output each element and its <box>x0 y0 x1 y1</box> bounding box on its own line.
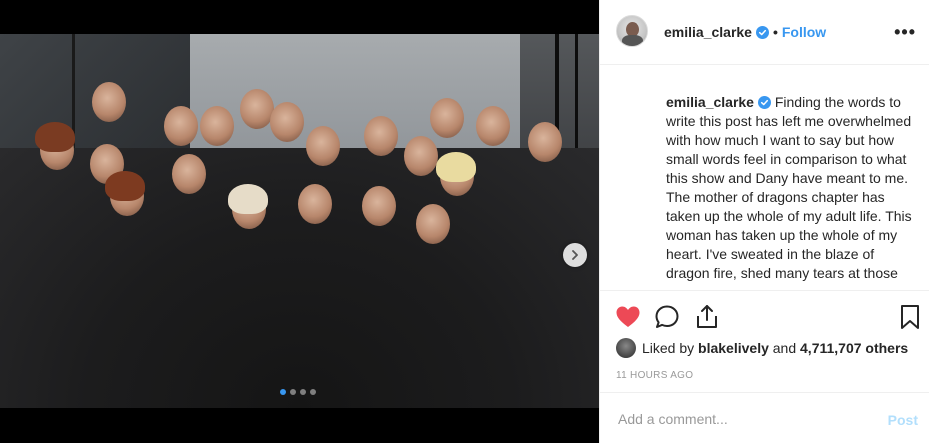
post-header: emilia_clarke • Follow ••• <box>600 0 929 65</box>
post-comment-button[interactable]: Post <box>888 412 918 428</box>
cast-group <box>0 148 599 408</box>
likes-summary: Liked by blakelively and 4,711,707 other… <box>616 338 908 358</box>
liker-avatar[interactable] <box>616 338 636 358</box>
person-head <box>364 116 398 156</box>
carousel-dot <box>280 389 286 395</box>
more-options-button[interactable]: ••• <box>894 22 916 43</box>
person-head <box>200 106 234 146</box>
bookmark-icon <box>901 305 919 329</box>
person-head <box>476 106 510 146</box>
verified-badge-icon <box>757 96 771 109</box>
avatar-body <box>622 35 643 46</box>
post-photo[interactable] <box>0 34 599 408</box>
comment-icon <box>655 305 679 328</box>
liker-username[interactable]: blakelively <box>698 340 769 356</box>
likes-and: and <box>772 340 797 356</box>
person-hair <box>228 184 268 214</box>
chevron-right-icon <box>572 250 578 260</box>
verified-badge-icon <box>755 26 769 39</box>
comment-button[interactable] <box>653 303 681 331</box>
carousel-dot <box>300 389 306 395</box>
carousel-indicator <box>280 389 316 395</box>
caption-username[interactable]: emilia_clarke <box>666 94 754 110</box>
header-user-line: emilia_clarke • Follow <box>664 24 826 40</box>
post-side-panel: emilia_clarke • Follow ••• emilia_clarke … <box>599 0 929 443</box>
action-bar <box>600 290 929 342</box>
likes-prefix: Liked by <box>642 340 695 356</box>
person-head <box>240 89 274 129</box>
follow-button[interactable]: Follow <box>782 24 826 40</box>
person-head <box>528 122 562 162</box>
post-timestamp[interactable]: 11 HOURS AGO <box>616 370 693 381</box>
comment-form: Post <box>600 392 929 443</box>
person-head <box>430 98 464 138</box>
share-button[interactable] <box>693 303 721 331</box>
person-head <box>92 82 126 122</box>
carousel-dot <box>310 389 316 395</box>
caption: emilia_clarke Finding the words to write… <box>666 93 912 289</box>
person-head <box>298 184 332 224</box>
post-media <box>0 0 599 443</box>
person-hair <box>35 122 75 152</box>
person-hair <box>436 152 476 182</box>
person-head <box>270 102 304 142</box>
person-hair <box>105 171 145 201</box>
carousel-dot <box>290 389 296 395</box>
comment-input[interactable] <box>616 403 880 435</box>
person-head <box>164 106 198 146</box>
caption-text: The mother of dragons chapter has taken … <box>666 189 912 281</box>
save-button[interactable] <box>896 303 924 331</box>
person-head <box>404 136 438 176</box>
person-head <box>362 186 396 226</box>
share-icon <box>697 305 717 328</box>
like-button[interactable] <box>614 303 642 331</box>
heart-icon <box>616 306 640 327</box>
carousel-next-button[interactable] <box>563 243 587 267</box>
caption-paragraph: The mother of dragons chapter has taken … <box>666 188 912 283</box>
person-head <box>306 126 340 166</box>
likes-count[interactable]: 4,711,707 others <box>800 340 908 356</box>
person-head <box>416 204 450 244</box>
person-head <box>172 154 206 194</box>
avatar[interactable] <box>616 15 648 47</box>
header-separator: • <box>772 24 778 40</box>
caption-paragraph: emilia_clarke Finding the words to write… <box>666 93 912 188</box>
header-username[interactable]: emilia_clarke <box>664 24 752 40</box>
